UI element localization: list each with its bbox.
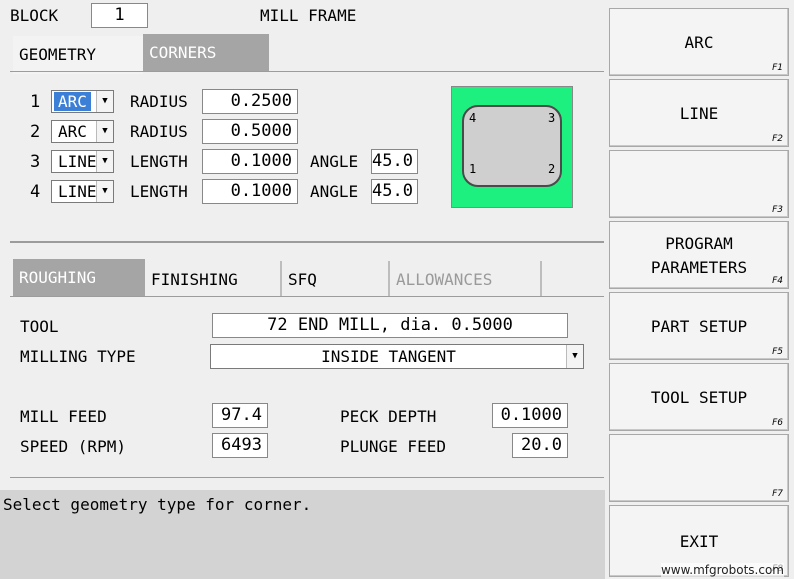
corner-number: 1 [30, 92, 41, 112]
tab-roughing[interactable]: ROUGHING [13, 259, 145, 297]
corner-param-label: RADIUS [130, 92, 188, 111]
arc-button[interactable]: ARC F1 [609, 8, 789, 76]
tool-label: TOOL [20, 317, 59, 336]
corner-type-select[interactable]: LINE ▼ [51, 180, 114, 203]
corner-angle-label: ANGLE [310, 152, 359, 171]
fkey-shortcut: F6 [772, 418, 783, 428]
block-label: BLOCK [10, 6, 59, 25]
peck-depth-field[interactable]: 0.1000 [492, 403, 568, 428]
divider [10, 71, 604, 72]
divider [10, 296, 604, 297]
tab-sfq[interactable]: SFQ [282, 261, 388, 299]
status-message: Select geometry type for corner. [3, 495, 312, 514]
corner-param-label: RADIUS [130, 122, 188, 141]
corner-param-label: LENGTH [130, 152, 188, 171]
milling-type-label: MILLING TYPE [20, 347, 136, 366]
line-button[interactable]: LINE F2 [609, 79, 789, 147]
speed-label: SPEED (RPM) [20, 437, 126, 456]
program-parameters-button[interactable]: PROGRAM PARAMETERS F4 [609, 221, 789, 289]
page-title: MILL FRAME [260, 6, 357, 25]
corner-param-field[interactable]: 0.1000 [202, 179, 298, 204]
milling-type-value: INSIDE TANGENT [321, 347, 456, 366]
corner-param-field[interactable]: 0.1000 [202, 149, 298, 174]
tab-corners[interactable]: CORNERS [143, 34, 269, 72]
fkey-shortcut: F4 [772, 276, 783, 286]
corner-param-field[interactable]: 0.5000 [202, 119, 298, 144]
plunge-feed-label: PLUNGE FEED [340, 437, 446, 456]
tool-setup-button[interactable]: TOOL SETUP F6 [609, 363, 789, 431]
block-number-field[interactable]: 1 [91, 3, 148, 28]
f7-button[interactable]: F7 [609, 434, 789, 502]
chevron-down-icon[interactable]: ▼ [96, 181, 113, 202]
peck-depth-label: PECK DEPTH [340, 407, 437, 426]
mill-feed-field[interactable]: 97.4 [212, 403, 268, 428]
fkey-shortcut: F2 [772, 134, 783, 144]
fkey-label: LINE [679, 104, 719, 123]
fkey-label-line2: PARAMETERS [650, 258, 748, 277]
corner-type-select[interactable]: ARC ▼ [51, 120, 114, 143]
tab-allowances: ALLOWANCES [390, 261, 540, 299]
speed-field[interactable]: 6493 [212, 433, 268, 458]
tab-separator [540, 261, 542, 297]
corner-number: 2 [30, 122, 41, 142]
corner-type-select[interactable]: ARC ▼ [51, 90, 114, 113]
corner-angle-label: ANGLE [310, 182, 359, 201]
corner-type-value: LINE [58, 152, 97, 171]
watermark: www.mfgrobots.com [660, 563, 784, 577]
tab-geometry[interactable]: GEOMETRY [13, 36, 143, 74]
corner-param-field[interactable]: 0.2500 [202, 89, 298, 114]
corner-type-value: ARC [58, 122, 87, 141]
fkey-shortcut: F1 [772, 63, 783, 73]
f3-button[interactable]: F3 [609, 150, 789, 218]
corner-type-select[interactable]: LINE ▼ [51, 150, 114, 173]
fkey-shortcut: F3 [772, 205, 783, 215]
divider [10, 477, 604, 478]
fkey-shortcut: F5 [772, 347, 783, 357]
corner-param-label: LENGTH [130, 182, 188, 201]
section-divider [10, 241, 604, 243]
fkey-label: EXIT [679, 532, 719, 551]
chevron-down-icon[interactable]: ▼ [96, 91, 113, 112]
fkey-shortcut: F7 [772, 489, 783, 499]
tab-finishing[interactable]: FINISHING [145, 261, 280, 299]
chevron-down-icon[interactable]: ▼ [96, 121, 113, 142]
corner-angle-field[interactable]: 45.0 [371, 179, 418, 204]
milling-type-select[interactable]: INSIDE TANGENT ▼ [210, 344, 584, 369]
corner-number: 4 [30, 182, 41, 202]
corner-number: 3 [30, 152, 41, 172]
corner-label-2: 2 [548, 162, 556, 176]
corner-type-value: ARC [54, 92, 91, 111]
frame-shape [462, 105, 562, 187]
fkey-label: ARC [684, 33, 714, 52]
fkey-label: PART SETUP [650, 317, 748, 336]
part-setup-button[interactable]: PART SETUP F5 [609, 292, 789, 360]
tool-field[interactable]: 72 END MILL, dia. 0.5000 [212, 313, 568, 338]
corner-label-3: 3 [548, 111, 556, 125]
corner-type-value: LINE [58, 182, 97, 201]
chevron-down-icon[interactable]: ▼ [566, 345, 583, 368]
chevron-down-icon[interactable]: ▼ [96, 151, 113, 172]
mill-feed-label: MILL FEED [20, 407, 107, 426]
frame-preview: 4 3 1 2 [451, 86, 573, 208]
corner-label-1: 1 [469, 162, 477, 176]
fkey-label: TOOL SETUP [650, 388, 748, 407]
corner-label-4: 4 [469, 111, 477, 125]
fkey-label: PROGRAM [665, 234, 733, 253]
corner-angle-field[interactable]: 45.0 [371, 149, 418, 174]
plunge-feed-field[interactable]: 20.0 [512, 433, 568, 458]
status-bar: Select geometry type for corner. [0, 490, 605, 579]
